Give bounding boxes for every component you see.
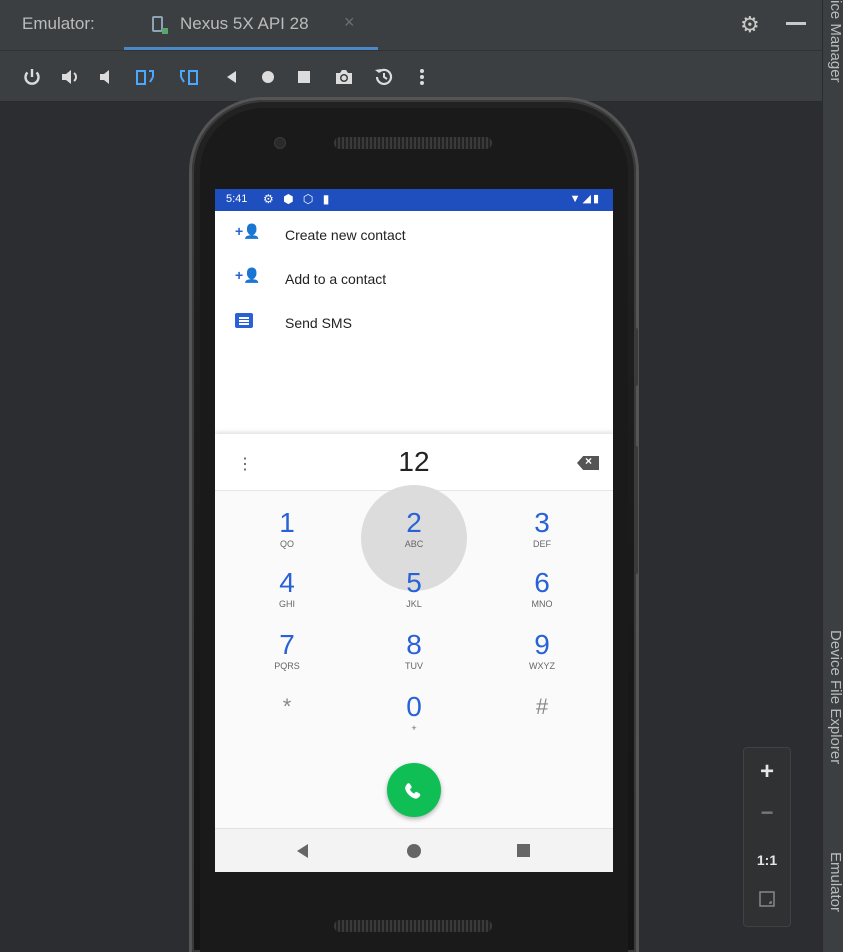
dial-key-7[interactable]: 7 PQRS <box>242 630 332 686</box>
dial-key-0[interactable]: 0 + <box>369 692 459 748</box>
tab-title: Nexus 5X API 28 <box>180 14 309 33</box>
dialed-number: 12 <box>398 446 430 477</box>
right-tool-stripe: ice Manager Device File Explorer Emulato… <box>822 0 843 952</box>
call-button[interactable] <box>387 763 441 817</box>
dial-key-6[interactable]: 6 MNO <box>497 568 587 624</box>
dialpad: ⋮ 12 × 1 QO 2 ABC 3 DEF 4 GHI 5 JKL 6 MNO 7 PQR… <box>215 434 613 872</box>
bottom-speaker-grille <box>334 920 492 932</box>
volume-up-icon[interactable] <box>56 63 84 91</box>
dial-key-3[interactable]: 3 DEF <box>497 508 587 564</box>
status-bar: 5:41 ⚙ ⬢ ⬡ ▮ ▼◢▮ <box>215 189 613 211</box>
zoom-out-button[interactable]: − <box>744 800 790 826</box>
front-camera <box>274 137 286 149</box>
dial-key-8[interactable]: 8 TUV <box>369 630 459 686</box>
device-manager-tab[interactable]: ice Manager <box>823 0 843 83</box>
dial-key-4[interactable]: 4 GHI <box>242 568 332 624</box>
sms-icon <box>235 313 253 328</box>
nav-recents-icon[interactable] <box>517 844 530 857</box>
add-contact-icon: +👤 <box>235 223 261 239</box>
nav-home-icon[interactable] <box>407 844 421 858</box>
nav-back-icon[interactable] <box>297 844 308 858</box>
minimize-icon[interactable] <box>786 22 806 25</box>
zoom-in-button[interactable]: + <box>744 758 790 786</box>
camera-icon[interactable] <box>330 63 358 91</box>
action-label: Send SMS <box>285 315 352 331</box>
actual-size-button[interactable]: 1:1 <box>744 852 790 868</box>
device-file-explorer-tab[interactable]: Device File Explorer <box>823 630 843 764</box>
tool-window-header: Emulator: Nexus 5X API 28 × ⚙ <box>0 0 822 51</box>
rotate-left-icon[interactable] <box>132 63 160 91</box>
dialed-number-field[interactable]: ⋮ 12 × <box>215 434 613 491</box>
create-new-contact-button[interactable]: +👤 Create new contact <box>215 213 613 257</box>
tab-active-indicator <box>124 47 378 50</box>
device-running-indicator <box>162 28 168 34</box>
tab-nexus-5x[interactable]: Nexus 5X API 28 × <box>124 0 378 50</box>
dial-key-9[interactable]: 9 WXYZ <box>497 630 587 686</box>
android-nav-bar <box>215 828 613 872</box>
device-screen[interactable]: 5:41 ⚙ ⬢ ⬡ ▮ ▼◢▮ +👤 Create new contact +… <box>215 189 613 872</box>
rotate-right-icon[interactable] <box>174 63 202 91</box>
dial-key-hash[interactable]: # <box>497 692 587 748</box>
add-contact-icon: +👤 <box>235 267 261 283</box>
overview-icon[interactable] <box>290 63 318 91</box>
emulator-side-tab[interactable]: Emulator <box>823 852 843 912</box>
send-sms-button[interactable]: Send SMS <box>215 301 613 345</box>
side-button <box>634 446 638 574</box>
side-button <box>634 328 638 386</box>
snapshot-icon[interactable] <box>370 63 398 91</box>
emulator-toolbar <box>0 51 822 102</box>
action-label: Create new contact <box>285 227 406 243</box>
phone-icon <box>405 783 421 799</box>
dial-key-1[interactable]: 1 QO <box>242 508 332 564</box>
fit-screen-icon[interactable] <box>744 890 790 913</box>
gear-icon[interactable]: ⚙ <box>740 12 760 38</box>
action-label: Add to a contact <box>285 271 387 287</box>
home-icon[interactable] <box>254 63 282 91</box>
add-to-contact-button[interactable]: +👤 Add to a contact <box>215 257 613 301</box>
status-signal-battery-icons: ▼◢▮ <box>569 193 601 205</box>
volume-down-icon[interactable] <box>92 63 120 91</box>
more-options-icon[interactable] <box>408 63 436 91</box>
dial-key-2[interactable]: 2 ABC <box>369 508 459 564</box>
dial-key-star[interactable]: * <box>242 692 332 748</box>
power-icon[interactable] <box>18 63 46 91</box>
back-icon[interactable] <box>218 63 246 91</box>
status-notification-icons: ⚙ ⬢ ⬡ ▮ <box>263 192 333 206</box>
status-time: 5:41 <box>226 193 248 205</box>
top-speaker-grille <box>334 137 492 149</box>
emulator-panel-label: Emulator: <box>22 14 95 33</box>
zoom-controls: + − 1:1 <box>743 747 791 927</box>
dial-key-5[interactable]: 5 JKL <box>369 568 459 624</box>
tab-close-icon[interactable]: × <box>344 12 355 33</box>
